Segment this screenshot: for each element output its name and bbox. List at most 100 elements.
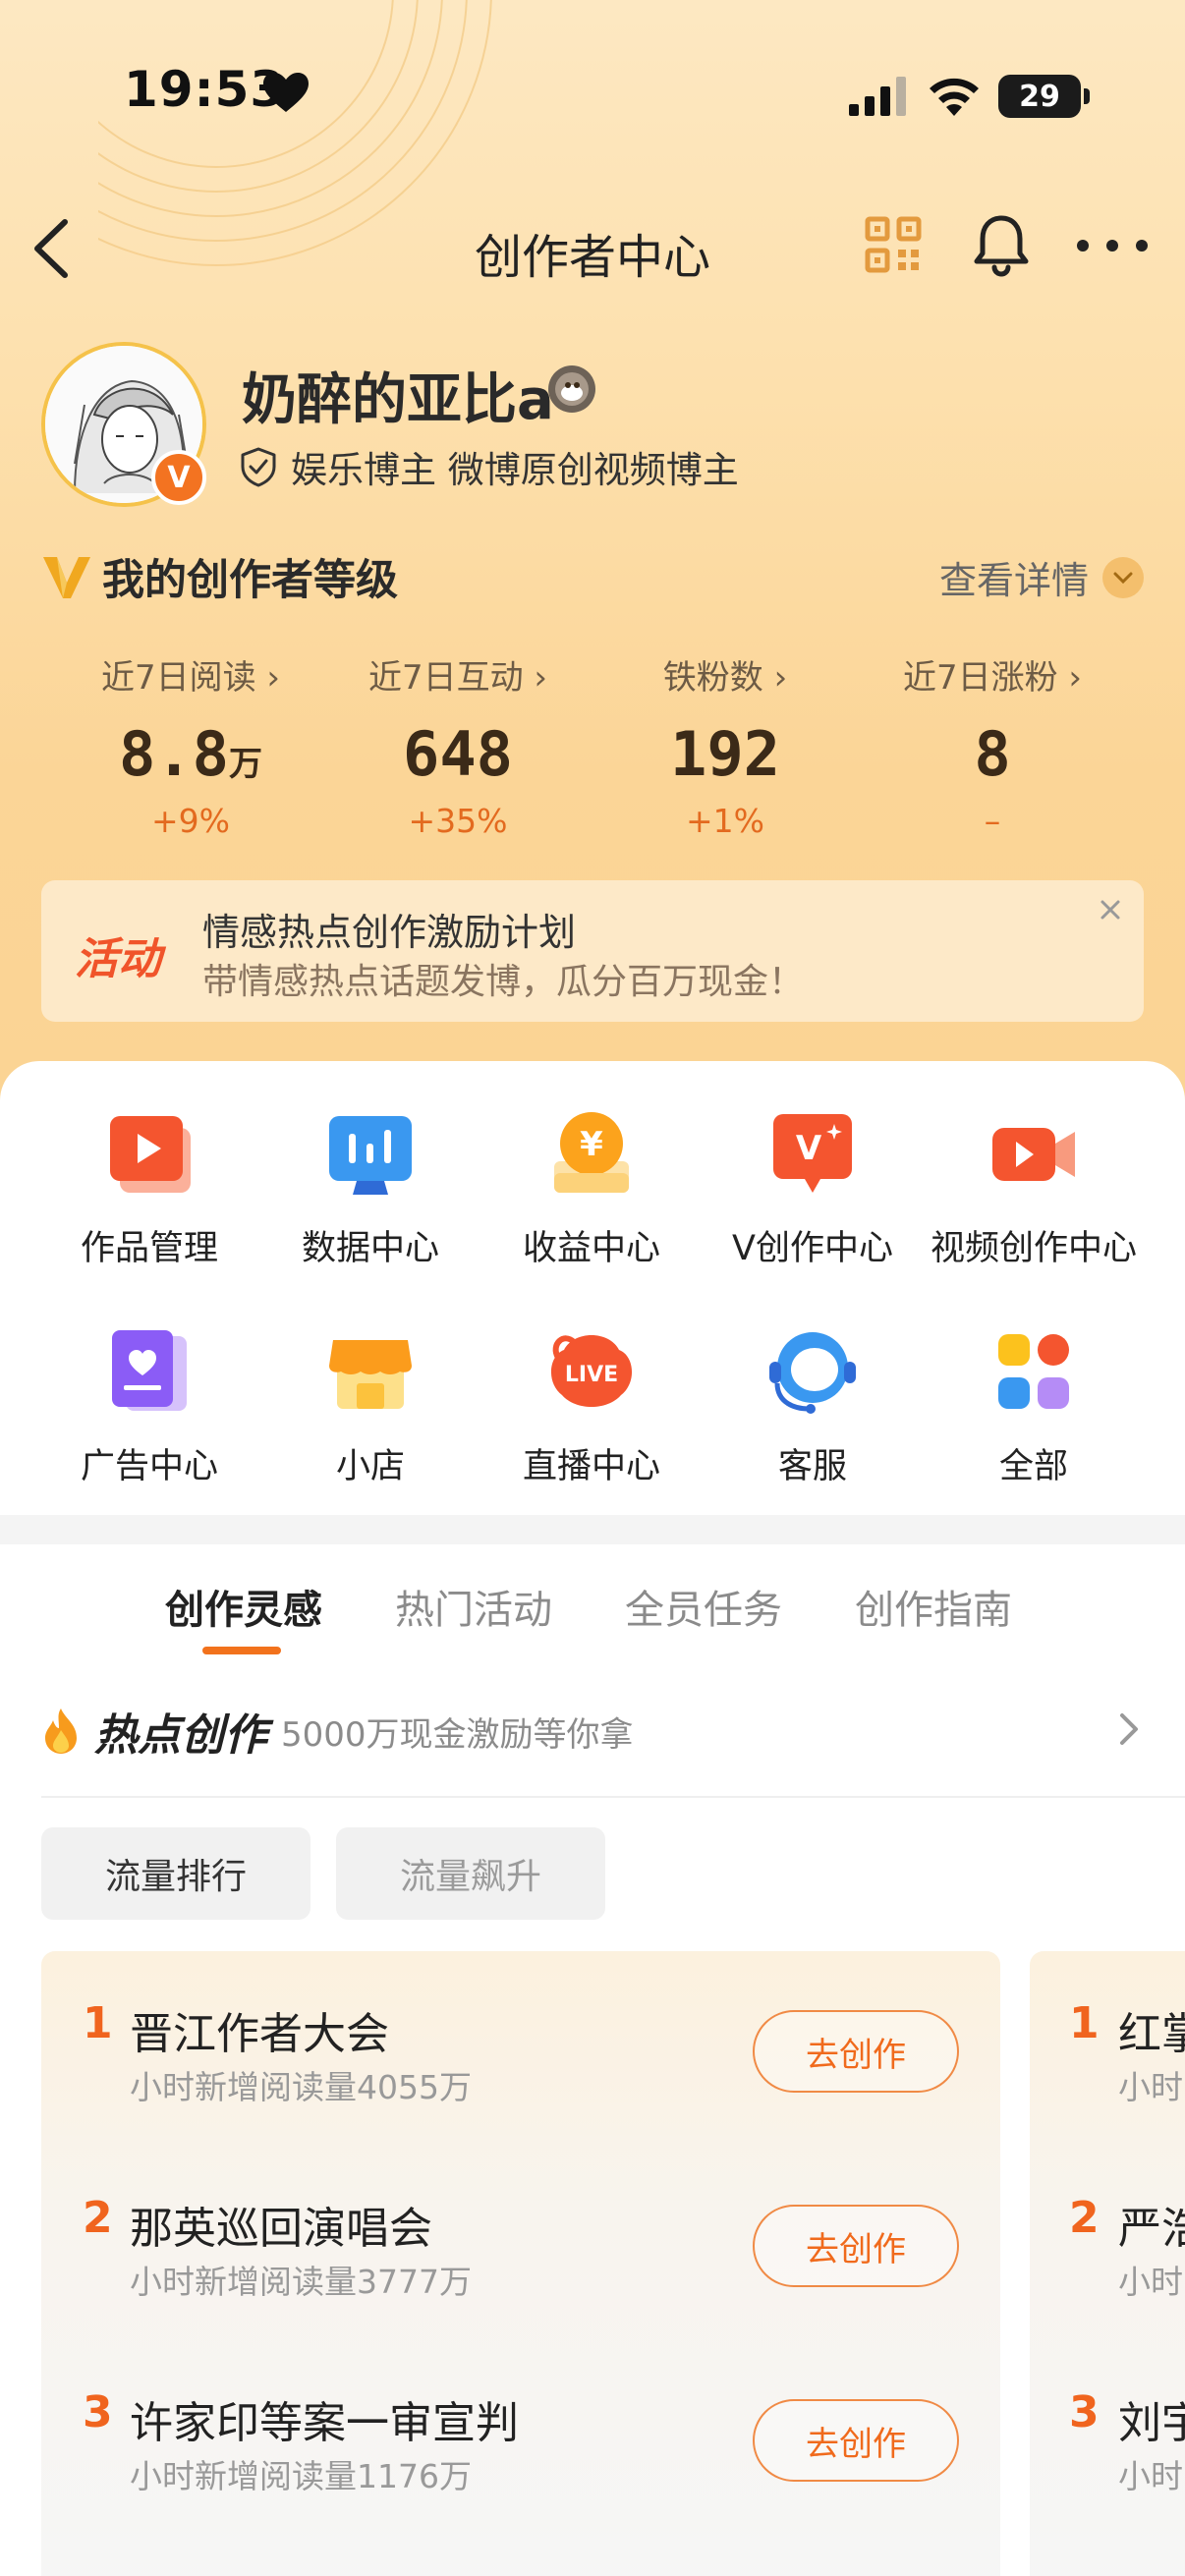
data-center-icon bbox=[329, 1116, 412, 1195]
tab-all-member-tasks[interactable]: 全员任务 bbox=[625, 1578, 782, 1635]
stat-change: +1% bbox=[685, 802, 764, 840]
rank-card-primary: 1 晋江作者大会 小时新增阅读量4055万 去创作 2 那英巡回演唱会 小时新增… bbox=[41, 1951, 1000, 2576]
tool-label: 收益中心 bbox=[522, 1229, 660, 1268]
view-details-label: 查看详情 bbox=[938, 559, 1089, 602]
tools-grid: 作品管理 数据中心 ¥ 收益中心 V V创作中心 视频创作中心 广告中心 小店 … bbox=[0, 1061, 1185, 1515]
hot-creation-subtitle: 5000万现金激励等你拿 bbox=[281, 1714, 634, 1755]
tab-creative-inspiration[interactable]: 创作灵感 bbox=[165, 1578, 322, 1635]
svg-text:¥: ¥ bbox=[580, 1125, 603, 1164]
tool-label: 全部 bbox=[998, 1447, 1068, 1486]
chip-traffic-ranking[interactable]: 流量排行 bbox=[41, 1827, 310, 1920]
stat-iron-fans[interactable]: 铁粉数 › 192 +1% bbox=[578, 650, 873, 840]
battery-level: 29 bbox=[1019, 79, 1060, 114]
more-icon[interactable] bbox=[1073, 226, 1152, 265]
rank-subtitle: 小时新增阅读量4055万 bbox=[130, 2068, 472, 2106]
video-creation-icon bbox=[992, 1128, 1075, 1181]
tool-label: 数据中心 bbox=[301, 1229, 439, 1268]
creator-level-title: 我的创作者等级 bbox=[102, 556, 398, 605]
stat-change: +35% bbox=[408, 802, 508, 840]
user-name: 奶醉的亚比a bbox=[242, 368, 554, 432]
stat-weekly-interactions[interactable]: 近7日互动 › 648 +35% bbox=[310, 650, 605, 840]
divider bbox=[41, 1796, 1185, 1798]
v-creation-icon: V bbox=[773, 1114, 852, 1193]
tool-label: V创作中心 bbox=[732, 1229, 893, 1268]
list-item[interactable]: 3 许家印等案一审宣判 小时新增阅读量1176万 去创作 bbox=[41, 2381, 1000, 2529]
all-apps-icon bbox=[998, 1334, 1069, 1409]
rank-number: 1 bbox=[1069, 1998, 1100, 2048]
rank-number: 2 bbox=[1069, 2193, 1100, 2243]
stat-label: 近7日阅读 › bbox=[100, 658, 281, 698]
fire-icon bbox=[45, 1708, 77, 1754]
tool-shop[interactable]: 小店 bbox=[253, 1324, 488, 1488]
tool-live-center[interactable]: LIVE 直播中心 bbox=[474, 1324, 709, 1488]
tool-video-creation[interactable]: 视频创作中心 bbox=[916, 1106, 1152, 1270]
list-item[interactable]: 1 红掌 小时 bbox=[1030, 1992, 1185, 2140]
rank-number: 3 bbox=[83, 2387, 113, 2437]
rank-subtitle: 小时 bbox=[1118, 2457, 1183, 2495]
rank-card-secondary: 1 红掌 小时 2 严浩 小时 3 刘宇 小时 bbox=[1030, 1951, 1185, 2576]
stat-label: 近7日涨粉 › bbox=[902, 658, 1083, 698]
tool-v-creation[interactable]: V V创作中心 bbox=[695, 1106, 931, 1270]
bell-icon[interactable] bbox=[971, 212, 1032, 277]
battery-indicator: 29 bbox=[998, 75, 1090, 118]
go-create-button[interactable]: 去创作 bbox=[753, 2399, 959, 2482]
list-item[interactable]: 3 刘宇 小时 bbox=[1030, 2381, 1185, 2529]
stat-change: – bbox=[984, 802, 1001, 840]
rank-number: 1 bbox=[83, 1998, 113, 2048]
section-separator bbox=[0, 1515, 1185, 1544]
rank-title: 刘宇 bbox=[1118, 2398, 1185, 2448]
wifi-icon bbox=[930, 78, 979, 116]
tool-data-center[interactable]: 数据中心 bbox=[253, 1106, 488, 1270]
stat-value: 648 bbox=[403, 718, 513, 790]
activity-tag: 活动 bbox=[75, 934, 161, 984]
stat-weekly-reads[interactable]: 近7日阅读 › 8.8万 +9% bbox=[43, 650, 338, 840]
tool-ad-center[interactable]: 广告中心 bbox=[31, 1324, 267, 1488]
customer-service-icon bbox=[769, 1332, 856, 1414]
list-item[interactable]: 2 那英巡回演唱会 小时新增阅读量3777万 去创作 bbox=[41, 2187, 1000, 2334]
tool-income-center[interactable]: ¥ 收益中心 bbox=[474, 1106, 709, 1270]
content-tabs: 创作灵感 热门活动 全员任务 创作指南 bbox=[0, 1544, 1185, 1672]
qr-code-icon[interactable] bbox=[865, 216, 922, 273]
stat-label: 近7日互动 › bbox=[367, 658, 548, 698]
live-center-icon: LIVE bbox=[550, 1335, 633, 1407]
tab-hot-activities[interactable]: 热门活动 bbox=[395, 1578, 552, 1635]
activity-title: 情感热点创作激励计划 bbox=[202, 911, 577, 954]
tool-label: 客服 bbox=[777, 1447, 847, 1486]
active-tab-indicator bbox=[202, 1647, 281, 1654]
cellular-signal-icon bbox=[849, 77, 906, 116]
list-item[interactable]: 1 晋江作者大会 小时新增阅读量4055万 去创作 bbox=[41, 1992, 1000, 2140]
go-create-button[interactable]: 去创作 bbox=[753, 2205, 959, 2287]
rank-title: 许家印等案一审宣判 bbox=[130, 2398, 519, 2448]
list-item[interactable]: 2 严浩 小时 bbox=[1030, 2187, 1185, 2334]
ad-center-icon bbox=[112, 1330, 187, 1411]
tool-label: 视频创作中心 bbox=[930, 1229, 1137, 1268]
status-bar: 19:53 29 bbox=[0, 0, 1185, 196]
tool-label: 小店 bbox=[335, 1447, 405, 1486]
income-center-icon: ¥ bbox=[554, 1112, 629, 1193]
rank-title: 那英巡回演唱会 bbox=[130, 2204, 432, 2254]
close-icon[interactable] bbox=[1091, 890, 1130, 929]
rank-title: 严浩 bbox=[1118, 2204, 1185, 2254]
creator-level-row[interactable]: 我的创作者等级 bbox=[41, 546, 398, 607]
stat-label: 铁粉数 › bbox=[662, 658, 788, 698]
member-badge-icon[interactable] bbox=[546, 364, 597, 415]
chip-traffic-surge[interactable]: 流量飙升 bbox=[336, 1827, 605, 1920]
go-create-button[interactable]: 去创作 bbox=[753, 2010, 959, 2093]
rank-subtitle: 小时新增阅读量1176万 bbox=[130, 2457, 472, 2495]
rank-title: 红掌 bbox=[1118, 2009, 1185, 2059]
shop-icon bbox=[329, 1340, 412, 1409]
tab-creation-guide[interactable]: 创作指南 bbox=[855, 1578, 1012, 1635]
activity-banner[interactable]: 活动 情感热点创作激励计划 带情感热点话题发博，瓜分百万现金！ bbox=[41, 880, 1144, 1022]
heart-icon bbox=[263, 73, 309, 112]
stat-weekly-new-fans[interactable]: 近7日涨粉 › 8 – bbox=[845, 650, 1140, 840]
tool-customer-service[interactable]: 客服 bbox=[695, 1324, 931, 1488]
rank-subtitle: 小时新增阅读量3777万 bbox=[130, 2263, 472, 2301]
view-details-link[interactable]: 查看详情 bbox=[939, 550, 1144, 604]
rank-title: 晋江作者大会 bbox=[130, 2009, 389, 2059]
creator-stats: 近7日阅读 › 8.8万 +9% 近7日互动 › 648 +35% 铁粉数 › … bbox=[0, 650, 1185, 847]
chevron-right-icon bbox=[1120, 1713, 1138, 1745]
tool-works-manage[interactable]: 作品管理 bbox=[31, 1106, 267, 1270]
stat-value: 8.8万 bbox=[119, 718, 262, 790]
hot-creation-header[interactable]: 热点创作 5000万现金激励等你拿 bbox=[41, 1700, 1144, 1763]
tool-all[interactable]: 全部 bbox=[916, 1324, 1152, 1488]
